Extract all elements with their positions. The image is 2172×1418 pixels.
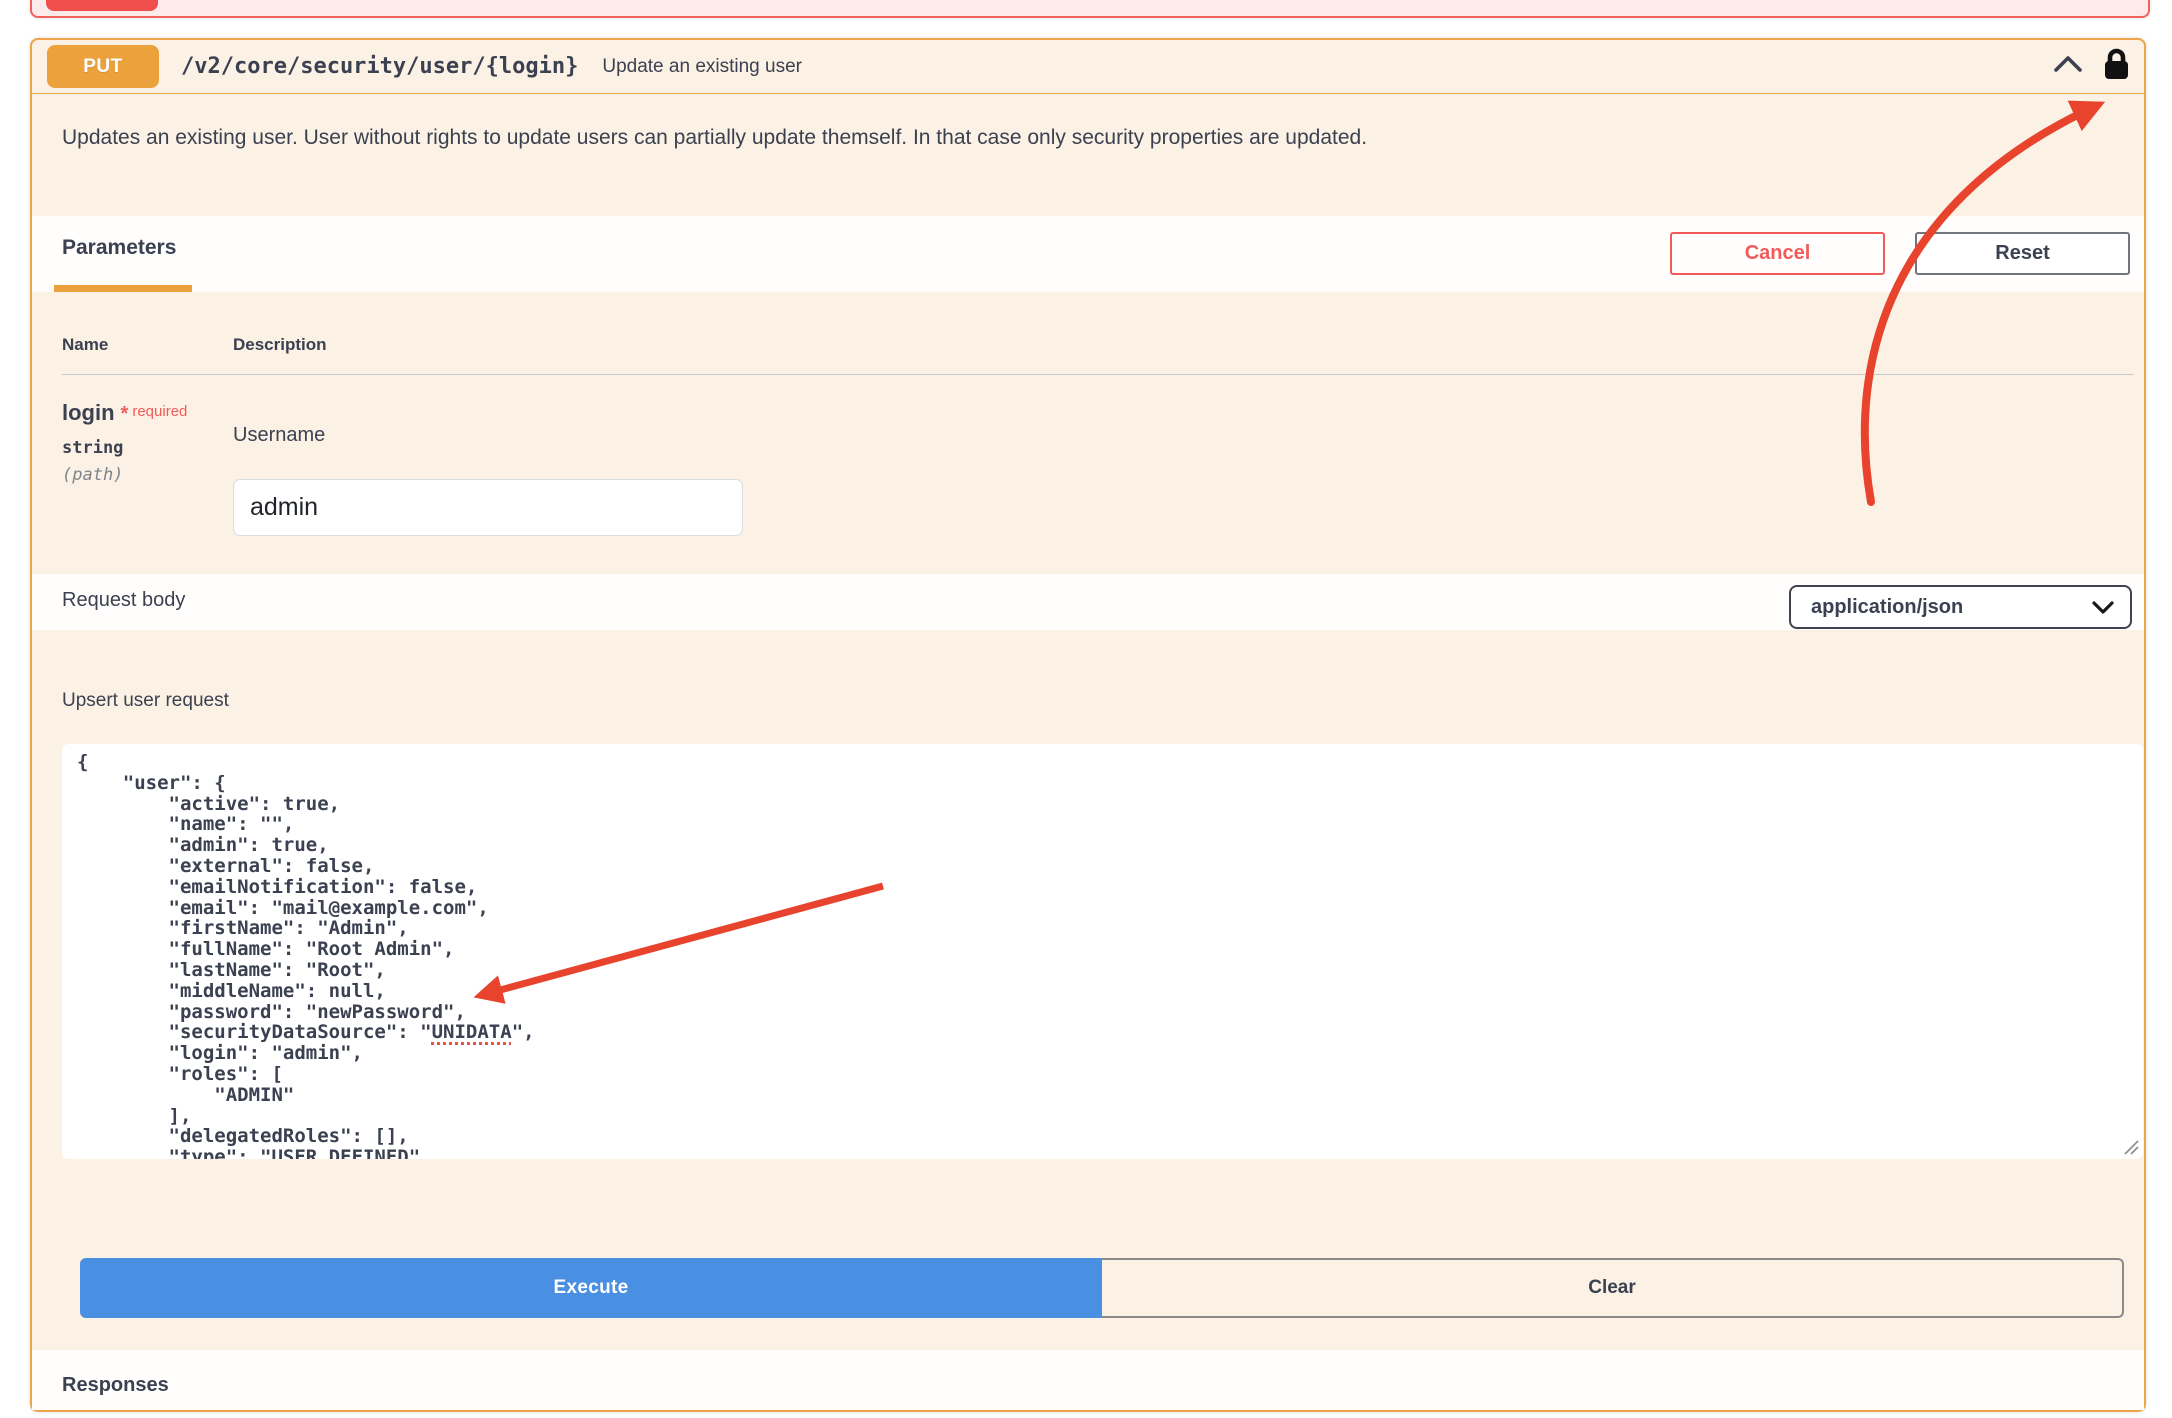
content-type-select[interactable]: application/json: [1789, 585, 2132, 629]
endpoint-path: /v2/core/security/user/{login}: [181, 54, 578, 79]
execute-button[interactable]: Execute: [80, 1258, 1102, 1318]
request-body-editor[interactable]: { "user": { "active": true, "name": "", …: [62, 744, 2143, 1159]
endpoint-description: Updates an existing user. User without r…: [62, 126, 1367, 150]
required-label: required: [132, 403, 187, 420]
resize-handle-icon[interactable]: [2121, 1137, 2139, 1155]
param-name-text: login: [62, 400, 115, 425]
cancel-button[interactable]: Cancel: [1670, 232, 1885, 275]
request-body-schema-title: Upsert user request: [62, 690, 229, 712]
endpoint-header[interactable]: PUT /v2/core/security/user/{login} Updat…: [32, 40, 2144, 94]
param-description: Username: [233, 424, 325, 447]
column-header-description: Description: [233, 335, 327, 355]
request-body-label: Request body: [62, 589, 185, 612]
table-header-divider: [62, 374, 2134, 375]
request-body-section-bar: Request body application/json: [32, 574, 2144, 630]
responses-section-bar: Responses: [32, 1350, 2144, 1410]
action-buttons-row: Execute Clear: [80, 1258, 2124, 1318]
required-asterisk: *: [121, 403, 129, 425]
parameters-section-bar: Parameters Cancel Reset: [32, 216, 2144, 292]
previous-endpoint-method-badge: [46, 0, 158, 11]
column-header-name: Name: [62, 335, 108, 355]
param-location: (path): [62, 465, 123, 485]
endpoint-summary: Update an existing user: [602, 56, 802, 78]
chevron-down-icon: [2092, 601, 2114, 620]
content-type-value: application/json: [1811, 596, 1963, 619]
previous-endpoint-block[interactable]: [30, 0, 2150, 18]
param-name-login: login *required: [62, 400, 187, 426]
param-type: string: [62, 438, 123, 458]
request-body-editor-code[interactable]: { "user": { "active": true, "name": "", …: [62, 744, 2143, 1159]
method-badge: PUT: [47, 45, 159, 88]
tab-parameters-underline: [54, 285, 192, 292]
responses-label: Responses: [62, 1374, 169, 1397]
login-value-input[interactable]: [233, 479, 743, 536]
tab-parameters[interactable]: Parameters: [62, 236, 176, 260]
clear-button[interactable]: Clear: [1102, 1258, 2124, 1318]
put-endpoint-block: PUT /v2/core/security/user/{login} Updat…: [30, 38, 2146, 1412]
chevron-up-icon[interactable]: [2053, 55, 2083, 78]
reset-button[interactable]: Reset: [1915, 232, 2130, 275]
lock-icon[interactable]: [2103, 48, 2130, 86]
